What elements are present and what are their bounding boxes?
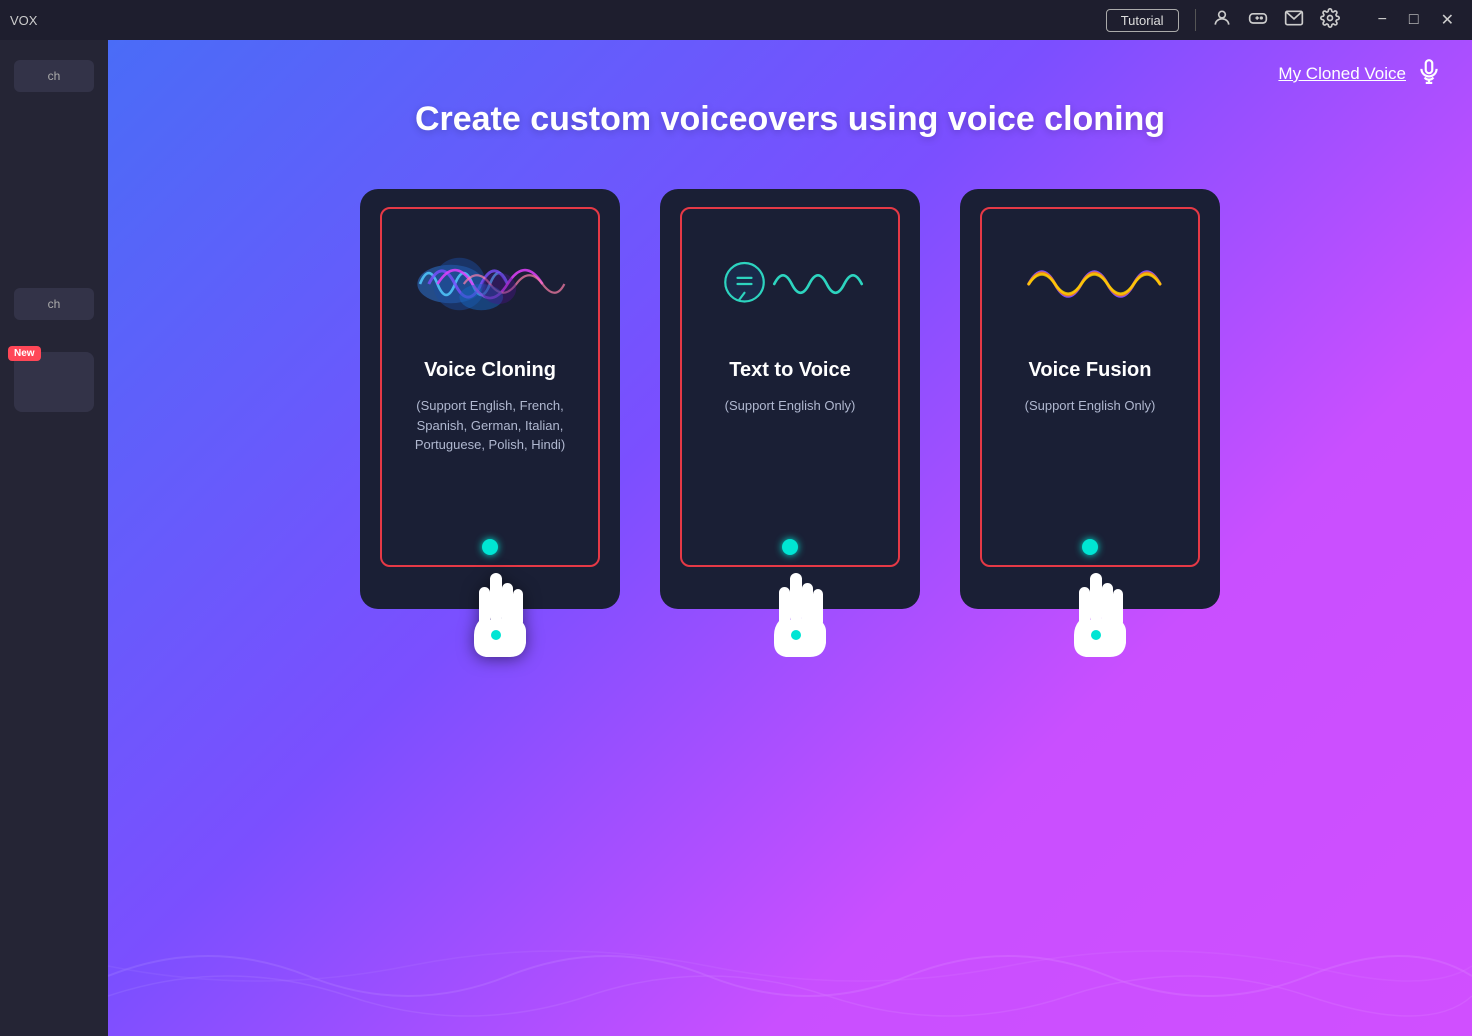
cursor-dot-2: [782, 539, 798, 555]
user-icon[interactable]: [1212, 8, 1232, 33]
voice-fusion-card-inner: Voice Fusion (Support English Only): [980, 207, 1200, 567]
voice-cloning-title: Voice Cloning: [424, 359, 556, 382]
text-to-voice-icon: [700, 239, 880, 329]
title-bar: VOX Tutorial: [0, 0, 1472, 40]
separator: [1195, 9, 1196, 31]
bottom-waves: [108, 916, 1472, 1036]
controller-icon[interactable]: [1248, 8, 1268, 33]
sidebar: ch ch New: [0, 40, 108, 1036]
app-name: VOX: [10, 13, 37, 28]
hand-cursor-1: [458, 573, 538, 679]
voice-cloning-card[interactable]: Voice Cloning (Support English, French, …: [360, 189, 620, 609]
voice-fusion-icon: [1000, 239, 1180, 329]
title-bar-icons: [1212, 8, 1352, 33]
maximize-button[interactable]: □: [1403, 7, 1425, 33]
sidebar-label-2: ch: [48, 297, 61, 311]
mic-icon[interactable]: [1416, 58, 1442, 90]
text-to-voice-card-inner: Text to Voice (Support English Only): [680, 207, 900, 567]
hand-cursor-3: [1058, 573, 1138, 679]
text-to-voice-desc: (Support English Only): [725, 396, 856, 416]
hand-cursor-2: [758, 573, 838, 679]
voice-fusion-card[interactable]: Voice Fusion (Support English Only): [960, 189, 1220, 609]
close-button[interactable]: ✕: [1435, 6, 1460, 34]
sidebar-search-label: ch: [48, 69, 61, 83]
my-cloned-voice-link[interactable]: My Cloned Voice: [1278, 64, 1406, 84]
sidebar-search-item[interactable]: ch: [14, 60, 94, 92]
minimize-button[interactable]: −: [1372, 7, 1393, 33]
top-right-area: My Cloned Voice: [1278, 58, 1442, 90]
tutorial-button[interactable]: Tutorial: [1106, 9, 1179, 32]
voice-fusion-title: Voice Fusion: [1029, 359, 1152, 382]
main-heading: Create custom voiceovers using voice clo…: [415, 100, 1165, 139]
new-badge: New: [8, 346, 41, 361]
cards-container: Voice Cloning (Support English, French, …: [360, 189, 1220, 609]
voice-cloning-desc: (Support English, French, Spanish, Germa…: [402, 396, 578, 455]
text-to-voice-card[interactable]: Text to Voice (Support English Only): [660, 189, 920, 609]
main-content: My Cloned Voice Create custom voiceovers…: [108, 40, 1472, 1036]
sidebar-new-item[interactable]: New: [14, 352, 94, 412]
window-controls: − □ ✕: [1372, 6, 1472, 34]
settings-icon[interactable]: [1320, 8, 1340, 33]
cursor-dot-3: [1082, 539, 1098, 555]
voice-fusion-desc: (Support English Only): [1025, 396, 1156, 416]
mail-icon[interactable]: [1284, 8, 1304, 33]
cursor-dot-1: [482, 539, 498, 555]
sidebar-item-2[interactable]: ch: [14, 288, 94, 320]
voice-cloning-card-inner: Voice Cloning (Support English, French, …: [380, 207, 600, 567]
voice-cloning-icon: [400, 239, 580, 329]
text-to-voice-title: Text to Voice: [729, 359, 851, 382]
